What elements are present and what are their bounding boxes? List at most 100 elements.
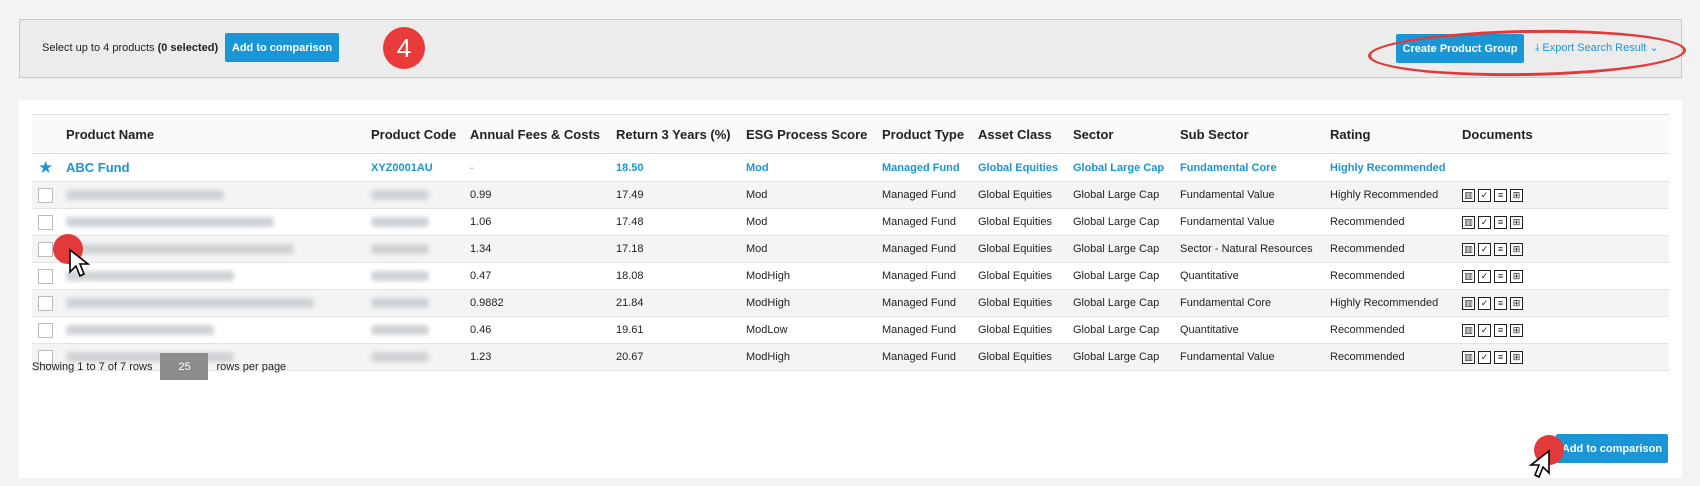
- product-name[interactable]: [60, 181, 365, 209]
- rating: Highly Recommended: [1324, 181, 1456, 209]
- check-icon[interactable]: ✓: [1478, 323, 1491, 337]
- type: Managed Fund: [876, 153, 972, 182]
- documents: ▥ ✓ ≡ ⊞: [1456, 181, 1669, 209]
- header-documents: Documents: [1456, 114, 1669, 154]
- check-icon[interactable]: ✓: [1478, 215, 1491, 229]
- rows-per-page-label: rows per page: [216, 360, 287, 373]
- grid-icon[interactable]: ⊞: [1510, 215, 1523, 229]
- documents: ▥ ✓ ≡ ⊞: [1456, 289, 1669, 317]
- list-icon[interactable]: ≡: [1494, 242, 1507, 256]
- return: 18.08: [610, 262, 740, 290]
- add-to-comparison-bottom-button[interactable]: Add to comparison: [1556, 434, 1668, 463]
- redacted-name: [66, 190, 224, 201]
- product-code: [365, 316, 464, 344]
- type: Managed Fund: [876, 343, 972, 371]
- list-icon[interactable]: ≡: [1494, 323, 1507, 337]
- asset: Global Equities: [972, 262, 1067, 290]
- header-type[interactable]: Product Type: [876, 114, 972, 154]
- mouse-pointer-icon-bottom: [1528, 449, 1550, 479]
- documents: ▥ ✓ ≡ ⊞: [1456, 343, 1669, 371]
- list-icon[interactable]: ≡: [1494, 269, 1507, 283]
- check-icon[interactable]: ✓: [1478, 188, 1491, 202]
- table-row: 0.47 18.08 ModHigh Managed Fund Global E…: [32, 262, 1669, 290]
- chart-icon[interactable]: ▥: [1462, 323, 1475, 337]
- documents: ▥ ✓ ≡ ⊞: [1456, 316, 1669, 344]
- redacted-name: [66, 217, 274, 228]
- chart-icon[interactable]: ▥: [1462, 242, 1475, 256]
- header-sub-sector[interactable]: Sub Sector: [1174, 114, 1324, 154]
- add-to-comparison-button[interactable]: Add to comparison: [225, 33, 339, 62]
- sub-sector: Quantitative: [1174, 262, 1324, 290]
- product-name[interactable]: [60, 262, 365, 290]
- fees: 1.34: [464, 235, 610, 263]
- grid-icon[interactable]: ⊞: [1510, 242, 1523, 256]
- product-name[interactable]: [60, 235, 365, 263]
- redacted-code: [371, 244, 429, 255]
- chart-icon[interactable]: ▥: [1462, 215, 1475, 229]
- return: 19.61: [610, 316, 740, 344]
- redacted-code: [371, 271, 429, 282]
- list-icon[interactable]: ≡: [1494, 188, 1507, 202]
- chart-icon[interactable]: ▥: [1462, 296, 1475, 310]
- esg: ModLow: [740, 316, 876, 344]
- row-checkbox[interactable]: [38, 322, 53, 338]
- product-name[interactable]: [60, 316, 365, 344]
- chart-icon[interactable]: ▥: [1462, 350, 1475, 364]
- chart-icon[interactable]: ▥: [1462, 269, 1475, 283]
- grid-icon[interactable]: ⊞: [1510, 323, 1523, 337]
- sub-sector: Fundamental Core: [1174, 153, 1324, 182]
- sector: Global Large Cap: [1067, 208, 1174, 236]
- check-icon[interactable]: ✓: [1478, 269, 1491, 283]
- row-checkbox[interactable]: [38, 214, 53, 230]
- product-name[interactable]: ABC Fund: [60, 153, 365, 182]
- redacted-code: [371, 352, 429, 363]
- table-row: 1.34 17.18 Mod Managed Fund Global Equit…: [32, 235, 1669, 263]
- header-fees[interactable]: Annual Fees & Costs: [464, 114, 610, 154]
- fees: 0.47: [464, 262, 610, 290]
- header-esg[interactable]: ESG Process Score: [740, 114, 876, 154]
- pagination-summary: Showing 1 to 7 of 7 rows: [32, 360, 153, 373]
- row-checkbox[interactable]: [38, 187, 53, 203]
- redacted-name: [66, 244, 294, 255]
- favorite-row[interactable]: ★ ABC Fund XYZ0001AU - 18.50 Mod Managed…: [32, 153, 1669, 182]
- esg: Mod: [740, 153, 876, 182]
- list-icon[interactable]: ≡: [1494, 215, 1507, 229]
- header-asset-class[interactable]: Asset Class: [972, 114, 1067, 154]
- table-row: 0.46 19.61 ModLow Managed Fund Global Eq…: [32, 316, 1669, 344]
- row-checkbox[interactable]: [38, 241, 53, 257]
- chart-icon[interactable]: ▥: [1462, 188, 1475, 202]
- fees: -: [464, 153, 610, 182]
- return: 17.49: [610, 181, 740, 209]
- grid-icon[interactable]: ⊞: [1510, 296, 1523, 310]
- header-return[interactable]: Return 3 Years (%): [610, 114, 740, 154]
- grid-icon[interactable]: ⊞: [1510, 188, 1523, 202]
- table-row: 0.9882 21.84 ModHigh Managed Fund Global…: [32, 289, 1669, 317]
- type: Managed Fund: [876, 289, 972, 317]
- header-sector[interactable]: Sector: [1067, 114, 1174, 154]
- check-icon[interactable]: ✓: [1478, 242, 1491, 256]
- product-name[interactable]: [60, 289, 365, 317]
- list-icon[interactable]: ≡: [1494, 296, 1507, 310]
- esg: ModHigh: [740, 289, 876, 317]
- rating: Recommended: [1324, 208, 1456, 236]
- header-product-name[interactable]: Product Name: [60, 114, 365, 154]
- header-rating[interactable]: Rating: [1324, 114, 1456, 154]
- check-icon[interactable]: ✓: [1478, 296, 1491, 310]
- product-code: [365, 262, 464, 290]
- check-icon[interactable]: ✓: [1478, 350, 1491, 364]
- row-checkbox[interactable]: [38, 295, 53, 311]
- selection-hint-text: Select up to 4 products: [42, 42, 155, 54]
- documents: [1456, 153, 1669, 182]
- product-name[interactable]: [60, 208, 365, 236]
- header-product-code[interactable]: Product Code: [365, 114, 464, 154]
- row-checkbox[interactable]: [38, 268, 53, 284]
- table-header-row: Product Name Product Code Annual Fees & …: [32, 114, 1669, 154]
- star-icon[interactable]: ★: [38, 158, 53, 177]
- list-icon[interactable]: ≡: [1494, 350, 1507, 364]
- page-size-select[interactable]: 25: [160, 353, 209, 380]
- grid-icon[interactable]: ⊞: [1510, 350, 1523, 364]
- grid-icon[interactable]: ⊞: [1510, 269, 1523, 283]
- return: 21.84: [610, 289, 740, 317]
- asset: Global Equities: [972, 343, 1067, 371]
- row-select: [32, 262, 60, 290]
